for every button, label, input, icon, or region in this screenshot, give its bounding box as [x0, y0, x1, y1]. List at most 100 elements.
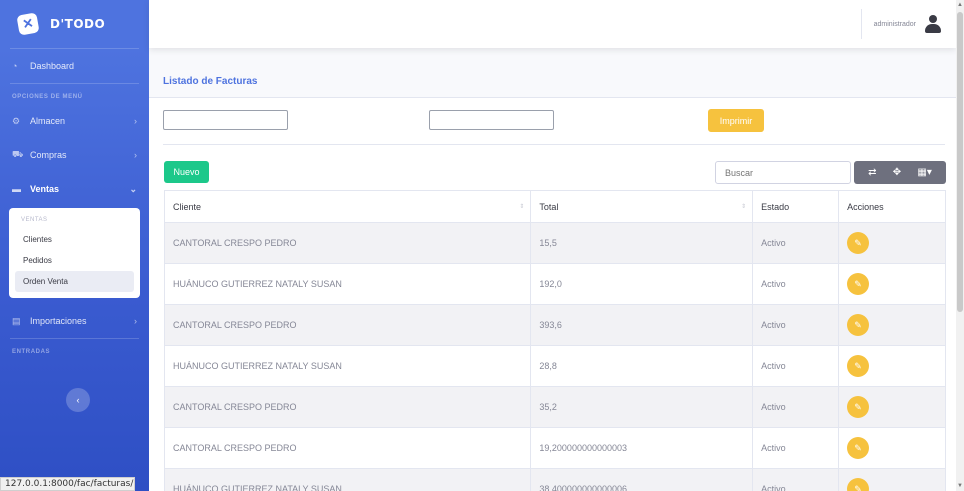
table-row: HUÁNUCO GUTIERREZ NATALY SUSAN 192,0 Act…: [163, 263, 946, 305]
cell-estado: Activo: [752, 386, 840, 428]
edit-icon[interactable]: ✎: [847, 437, 870, 459]
cell-cliente: CANTORAL CRESPO PEDRO: [163, 427, 532, 469]
edit-icon[interactable]: ✎: [847, 478, 870, 491]
chevron-down-icon: ⌄: [129, 183, 137, 194]
folder-icon: ▬: [12, 184, 21, 194]
column-header-acciones: Acciones: [838, 190, 946, 223]
cell-estado: Activo: [752, 427, 840, 469]
fullscreen-icon[interactable]: ✥: [893, 167, 901, 178]
edit-icon[interactable]: ✎: [847, 355, 870, 377]
edit-icon[interactable]: ✎: [847, 273, 870, 295]
search-input[interactable]: [715, 161, 851, 184]
table-row: HUÁNUCO GUTIERREZ NATALY SUSAN 38,400000…: [163, 468, 946, 491]
cell-total: 15,5: [530, 222, 754, 264]
cell-cliente: CANTORAL CRESPO PEDRO: [163, 222, 532, 264]
dashboard-icon: ◔: [12, 61, 18, 71]
chevron-right-icon: ›: [134, 316, 137, 326]
sort-icon: ⇕: [519, 204, 525, 210]
cell-cliente: CANTORAL CRESPO PEDRO: [163, 304, 532, 346]
scrollbar-thumb[interactable]: [957, 12, 963, 312]
cell-cliente: HUÁNUCO GUTIERREZ NATALY SUSAN: [163, 263, 532, 305]
cell-total: 192,0: [530, 263, 754, 305]
sidebar-item-label: Almacen: [30, 116, 66, 126]
divider: [163, 144, 945, 145]
columns-icon[interactable]: ▦▾: [917, 167, 931, 178]
sidebar-item-ventas[interactable]: ▬ Ventas ⌄: [0, 172, 149, 206]
table-row: CANTORAL CRESPO PEDRO 19,200000000000003…: [163, 427, 946, 469]
cell-cliente: HUÁNUCO GUTIERREZ NATALY SUSAN: [163, 345, 532, 387]
ventas-submenu: VENTAS Clientes Pedidos Orden Venta: [9, 208, 140, 298]
card-title: Listado de Facturas: [149, 66, 956, 98]
edit-icon[interactable]: ✎: [847, 232, 870, 254]
browser-status-url: 127.0.0.1:8000/fac/facturas/: [0, 477, 135, 491]
sidebar: ✕ D'TODO ◔ Dashboard OPCIONES DE MENÚ ⚙ …: [0, 0, 149, 491]
cell-estado: Activo: [752, 468, 840, 491]
date-to-input[interactable]: [429, 110, 554, 130]
cell-acciones: ✎: [838, 304, 946, 346]
cell-estado: Activo: [752, 345, 840, 387]
cell-total: 38,400000000000006: [530, 468, 754, 491]
cell-acciones: ✎: [838, 427, 946, 469]
topbar: administrador: [149, 0, 956, 48]
table-row: CANTORAL CRESPO PEDRO 393,6 Activo ✎: [163, 304, 946, 346]
table-icon: ▤: [12, 315, 21, 326]
scroll-up-icon[interactable]: ▲: [957, 2, 963, 8]
cell-acciones: ✎: [838, 263, 946, 305]
sidebar-section-heading: OPCIONES DE MENÚ: [12, 94, 83, 100]
chevron-right-icon: ›: [134, 116, 137, 126]
brand-name: D'TODO: [50, 17, 106, 31]
sidebar-item-label: Importaciones: [30, 316, 87, 326]
cell-total: 19,200000000000003: [530, 427, 754, 469]
brand-logo-icon: ✕: [16, 12, 40, 36]
submenu-item-orden-venta[interactable]: Orden Venta: [15, 271, 134, 292]
submenu-item-clientes[interactable]: Clientes: [15, 229, 134, 250]
sidebar-item-compras[interactable]: ⛟ Compras ›: [0, 138, 149, 172]
cell-total: 393,6: [530, 304, 754, 346]
toggle-view-icon[interactable]: ⇄: [868, 167, 876, 178]
chevron-right-icon: ›: [134, 150, 137, 160]
cell-acciones: ✎: [838, 468, 946, 491]
page-scrollbar[interactable]: ▲ ▼: [956, 0, 964, 491]
column-header-total[interactable]: Total ⇕: [530, 190, 754, 223]
cell-estado: Activo: [752, 222, 840, 264]
cart-icon: ⛟: [12, 149, 24, 159]
cell-cliente: HUÁNUCO GUTIERREZ NATALY SUSAN: [163, 468, 532, 491]
sidebar-toggle-button[interactable]: ‹: [66, 388, 90, 412]
column-header-cliente[interactable]: Cliente ⇕: [163, 190, 532, 223]
cell-estado: Activo: [752, 263, 840, 305]
date-from-input[interactable]: [163, 110, 288, 130]
edit-icon[interactable]: ✎: [847, 396, 870, 418]
filter-row: Imprimir: [163, 109, 953, 132]
table-row: CANTORAL CRESPO PEDRO 35,2 Activo ✎: [163, 386, 946, 428]
sidebar-item-label: Compras: [30, 150, 67, 160]
cell-total: 28,8: [530, 345, 754, 387]
submenu-heading: VENTAS: [21, 217, 48, 223]
user-icon[interactable]: [924, 15, 942, 33]
table-row: HUÁNUCO GUTIERREZ NATALY SUSAN 28,8 Acti…: [163, 345, 946, 387]
brand[interactable]: ✕ D'TODO: [0, 0, 149, 48]
topbar-divider: [860, 9, 862, 39]
sidebar-item-dashboard[interactable]: ◔ Dashboard: [0, 49, 149, 83]
sidebar-item-label: Dashboard: [30, 61, 75, 71]
edit-icon[interactable]: ✎: [847, 314, 870, 336]
submenu-item-pedidos[interactable]: Pedidos: [15, 250, 134, 271]
cell-cliente: CANTORAL CRESPO PEDRO: [163, 386, 532, 428]
new-button[interactable]: Nuevo: [164, 161, 209, 183]
user-name[interactable]: administrador: [874, 21, 916, 28]
cell-acciones: ✎: [838, 222, 946, 264]
print-button[interactable]: Imprimir: [708, 109, 764, 132]
sidebar-item-almacen[interactable]: ⚙ Almacen ›: [0, 104, 149, 138]
table-header-row: Cliente ⇕ Total ⇕ Estado Acciones: [163, 190, 946, 223]
gear-icon: ⚙: [12, 115, 21, 126]
sidebar-section-heading: ENTRADAS: [12, 349, 51, 355]
cell-estado: Activo: [752, 304, 840, 346]
sidebar-item-label: Ventas: [30, 184, 60, 194]
cell-total: 35,2: [530, 386, 754, 428]
invoices-card: Listado de Facturas Imprimir Nuevo ⇄ ✥ ▦…: [149, 66, 956, 491]
cell-acciones: ✎: [838, 345, 946, 387]
sort-icon: ⇕: [741, 204, 747, 210]
sidebar-item-importaciones[interactable]: ▤ Importaciones ›: [0, 304, 149, 338]
invoices-table: Cliente ⇕ Total ⇕ Estado Acciones CANTORAL…: [163, 190, 946, 491]
table-row: CANTORAL CRESPO PEDRO 15,5 Activo ✎: [163, 222, 946, 264]
scroll-down-icon[interactable]: ▼: [957, 483, 963, 489]
